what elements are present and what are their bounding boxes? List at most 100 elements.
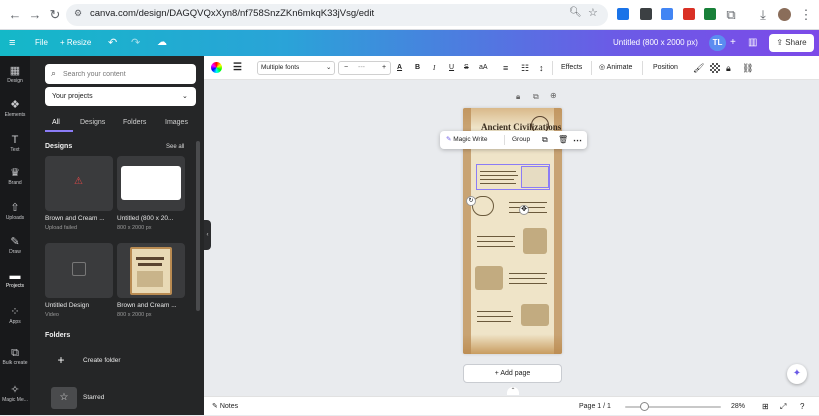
extension-icon[interactable] [640, 8, 652, 20]
design-card[interactable] [45, 243, 113, 298]
user-avatar[interactable]: TL [709, 35, 726, 51]
collapse-panel-handle[interactable]: ‹ [204, 220, 211, 250]
rail-label: Draw [9, 249, 21, 255]
letter-case-button[interactable]: aA [479, 56, 488, 80]
rail-item-draw[interactable]: ✎ Draw [0, 236, 30, 256]
more-options-icon[interactable]: ⋯ [573, 131, 582, 149]
lock-icon[interactable]: 🔒︎ [726, 56, 731, 80]
puzzle-extensions-icon[interactable]: ⧉ [722, 6, 740, 24]
design-title: Brown and Cream ... [117, 302, 177, 309]
underline-icon[interactable]: U [449, 56, 454, 80]
transparency-icon[interactable] [710, 63, 720, 73]
extension-icon[interactable] [661, 8, 673, 20]
zoom-search-icon[interactable]: 🔍︎ [569, 7, 582, 18]
tab-images[interactable]: Images [165, 119, 188, 126]
zoom-level[interactable]: 28% [731, 397, 745, 416]
reload-icon[interactable]: ↻ [46, 6, 64, 24]
hamburger-menu-icon[interactable]: ≡ [9, 30, 15, 56]
add-collaborator-icon[interactable]: + [730, 30, 736, 56]
add-page-icon[interactable]: ⊕ [550, 91, 557, 100]
document-title[interactable]: Untitled (800 x 2000 px) [613, 30, 698, 56]
back-arrow-icon[interactable]: ← [6, 6, 24, 24]
color-picker-icon[interactable] [211, 62, 222, 73]
rail-item-brand[interactable]: ♛ Brand [0, 167, 30, 187]
extension-icon[interactable] [704, 8, 716, 20]
move-handle-icon[interactable]: ✥ [519, 205, 529, 215]
extension-icon[interactable] [683, 8, 695, 20]
undo-icon[interactable]: ↶ [108, 30, 117, 56]
grid-view-icon[interactable]: ⊞ [762, 397, 769, 416]
search-input[interactable] [63, 64, 191, 84]
italic-icon[interactable]: I [433, 56, 435, 80]
bulk-create-icon: ⧉ [11, 347, 19, 359]
share-button[interactable]: ⇪ Share [769, 34, 814, 52]
file-menu[interactable]: File [35, 30, 48, 56]
help-icon[interactable]: ? [800, 397, 804, 416]
create-folder-button[interactable]: + Create folder [45, 347, 185, 375]
font-size-value[interactable]: --- [358, 62, 365, 74]
site-info-icon[interactable]: ⚙ [74, 8, 82, 19]
group-button[interactable]: Group [512, 131, 530, 149]
magic-write-button[interactable]: ✎ Magic Write [446, 131, 487, 149]
text-align-menu-icon[interactable]: ☰ [233, 56, 242, 80]
tab-designs[interactable]: Designs [80, 119, 105, 126]
text-color-icon[interactable]: A [397, 56, 402, 80]
position-button[interactable]: Position [653, 56, 678, 80]
address-bar[interactable]: ⚙ canva.com/design/DAGQVQxXyn8/nf758SnzZ… [66, 4, 608, 26]
link-icon[interactable]: ⛓ [742, 56, 753, 80]
see-all-link[interactable]: See all [166, 144, 184, 150]
font-dropdown[interactable]: Multiple fonts ⌄ [257, 61, 335, 75]
paint-roller-icon[interactable]: 🖌︎ [693, 56, 704, 80]
chevron-up-icon[interactable]: ⌃ [507, 387, 519, 395]
notes-button[interactable]: ✎ Notes [212, 397, 238, 416]
rail-item-magic-media[interactable]: ✧ Magic Me... [0, 384, 30, 404]
align-center-icon[interactable]: ≡ [503, 56, 508, 80]
fullscreen-icon[interactable]: ⤢ [780, 397, 786, 416]
add-page-button[interactable]: + Add page [463, 364, 562, 383]
zoom-slider-knob[interactable] [639, 402, 649, 411]
resize-button[interactable]: + Resize [60, 30, 91, 56]
rail-item-bulk-create[interactable]: ⧉ Bulk create [0, 347, 30, 367]
bold-icon[interactable]: B [415, 56, 420, 80]
forward-arrow-icon[interactable]: → [26, 6, 44, 24]
projects-dropdown[interactable]: Your projects ⌄ [45, 87, 196, 106]
redo-icon[interactable]: ↷ [131, 30, 140, 56]
design-card[interactable] [117, 243, 185, 298]
bookmark-star-icon[interactable]: ☆ [588, 6, 598, 19]
magic-assistant-icon[interactable]: ✦ [787, 364, 807, 384]
delete-trash-icon[interactable]: 🗑︎ [558, 131, 568, 149]
font-value: Multiple fonts [261, 64, 300, 71]
rotate-handle-icon[interactable]: ↻ [466, 196, 476, 206]
page-indicator[interactable]: Page 1 / 1 [579, 397, 611, 416]
animate-button[interactable]: ◎ Animate [599, 56, 632, 80]
rail-item-projects[interactable]: ▬ Projects [0, 270, 30, 290]
strikethrough-icon[interactable]: S [464, 56, 469, 80]
starred-folder[interactable]: ☆ Starred [45, 384, 185, 412]
font-size-stepper[interactable]: − --- + [338, 61, 391, 75]
download-icon[interactable]: ⤓ [754, 6, 772, 24]
rail-item-apps[interactable]: ⁘ Apps [0, 306, 30, 326]
spacing-icon[interactable]: ↕ [539, 56, 544, 80]
rail-item-uploads[interactable]: ⇧ Uploads [0, 202, 30, 222]
extension-icon[interactable] [617, 8, 629, 20]
duplicate-page-icon[interactable]: ⧉ [533, 92, 539, 102]
tab-folders[interactable]: Folders [123, 119, 146, 126]
selected-text-box[interactable] [476, 164, 550, 190]
rail-item-elements[interactable]: ❖ Elements [0, 99, 30, 119]
tab-all[interactable]: All [52, 119, 60, 126]
design-card[interactable]: ⚠ [45, 156, 113, 211]
search-box[interactable]: ⌕ [45, 64, 196, 84]
panel-scrollbar[interactable] [196, 141, 200, 311]
design-card[interactable] [117, 156, 185, 211]
copy-icon[interactable]: ⧉ [542, 131, 548, 149]
insights-chart-icon[interactable]: ▥ [748, 30, 757, 56]
font-size-increase[interactable]: + [382, 62, 386, 74]
font-size-decrease[interactable]: − [344, 62, 348, 74]
lock-icon[interactable]: 🔒︎ [516, 92, 520, 102]
list-icon[interactable]: ☷ [521, 56, 529, 80]
profile-avatar[interactable] [778, 8, 791, 21]
rail-item-design[interactable]: ▦ Design [0, 65, 30, 85]
browser-menu-icon[interactable]: ⋮ [797, 6, 815, 24]
effects-button[interactable]: Effects [561, 56, 582, 80]
rail-item-text[interactable]: T Text [0, 134, 30, 154]
